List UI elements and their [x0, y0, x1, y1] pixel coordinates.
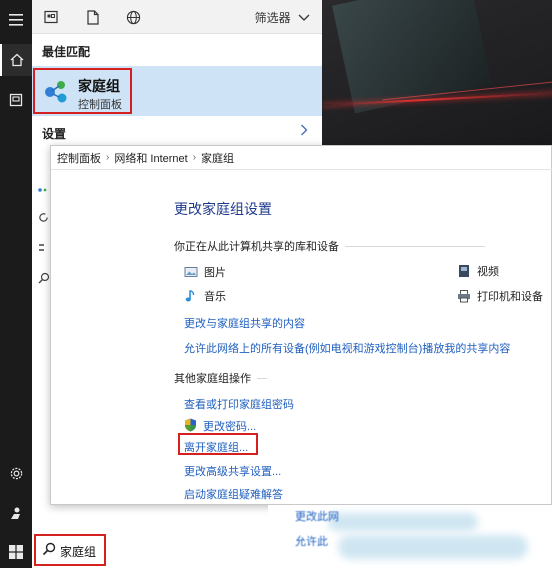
- breadcrumb-item[interactable]: 网络和 Internet: [114, 150, 187, 166]
- blur-patch: [338, 535, 528, 559]
- partial-search-icon: [38, 272, 50, 287]
- videos-label: 视频: [477, 266, 499, 278]
- documents-icon[interactable]: [0, 84, 32, 116]
- shared-libraries-label: 你正在从此计算机共享的库和设备: [174, 241, 339, 253]
- pictures-icon: [184, 267, 198, 277]
- breadcrumb-separator-icon: ›: [192, 152, 197, 163]
- divider: [345, 245, 485, 247]
- blur-patch: [328, 513, 478, 531]
- shared-item-music: 音乐: [184, 288, 226, 304]
- partial-result-icon-2: [38, 244, 46, 259]
- control-panel-window: 控制面板 › 网络和 Internet › 家庭组 更改家庭组设置 你正在从此计…: [50, 145, 552, 505]
- printers-label: 打印机和设备: [477, 291, 543, 303]
- videos-icon: [459, 265, 469, 277]
- taskbar: [0, 0, 32, 568]
- music-note-icon: [185, 289, 195, 302]
- pictures-label: 图片: [204, 267, 226, 279]
- obscured-link-1[interactable]: 更改此网: [295, 508, 339, 524]
- view-password-link[interactable]: 查看或打印家庭组密码: [184, 396, 294, 412]
- screen: 筛选器 最佳匹配 家庭组 控制面板 设置 家庭组 控制面板 › 网络和 Inte…: [0, 0, 552, 568]
- search-query: 家庭组: [60, 545, 97, 559]
- breadcrumb-item[interactable]: 控制面板: [57, 150, 101, 166]
- obscured-region: 更改此网 允许此: [268, 505, 552, 568]
- music-label: 音乐: [204, 291, 226, 303]
- other-actions-label: 其他家庭组操作: [174, 373, 251, 385]
- best-match-header: 最佳匹配: [42, 45, 91, 59]
- troubleshooter-link[interactable]: 启动家庭组疑难解答: [184, 486, 283, 502]
- obscured-link-2[interactable]: 允许此: [295, 533, 328, 549]
- settings-section[interactable]: 设置: [32, 122, 322, 142]
- best-match-title: 家庭组: [78, 78, 120, 94]
- advanced-sharing-link[interactable]: 更改高级共享设置...: [184, 463, 281, 479]
- web-globe-icon[interactable]: [124, 8, 142, 26]
- breadcrumb-separator-icon: ›: [106, 152, 110, 163]
- user-account-icon[interactable]: [0, 497, 32, 529]
- hamburger-menu-icon[interactable]: [0, 4, 32, 36]
- windows-start-icon[interactable]: [0, 536, 32, 568]
- page-title: 更改家庭组设置: [174, 201, 272, 217]
- shared-item-printers: 打印机和设备: [457, 288, 543, 304]
- settings-header: 设置: [42, 127, 67, 141]
- filter-label: 筛选器: [254, 11, 291, 25]
- partial-result-icon: [38, 182, 48, 196]
- shared-item-videos: 视频: [457, 263, 499, 279]
- filter-bar: 筛选器: [32, 0, 322, 34]
- document-filter-icon[interactable]: [84, 8, 102, 26]
- best-match-subtitle: 控制面板: [78, 99, 122, 111]
- settings-gear-icon[interactable]: [0, 457, 32, 489]
- other-actions-header: 其他家庭组操作: [174, 370, 267, 386]
- printer-icon: [458, 290, 470, 303]
- breadcrumb: 控制面板 › 网络和 Internet › 家庭组: [51, 146, 552, 170]
- divider: [257, 377, 267, 379]
- shared-item-pictures: 图片: [184, 264, 226, 280]
- taskbar-search-box[interactable]: 家庭组: [34, 534, 106, 566]
- change-password-link[interactable]: 更改密码...: [203, 418, 256, 434]
- allow-devices-link[interactable]: 允许此网络上的所有设备(例如电视和游戏控制台)播放我的共享内容: [184, 340, 510, 356]
- shared-libraries-header: 你正在从此计算机共享的库和设备: [174, 238, 485, 254]
- partial-result-refresh-icon: [38, 212, 49, 226]
- uac-shield-icon: [185, 418, 196, 432]
- filter-dropdown[interactable]: 筛选器: [255, 9, 310, 26]
- home-icon[interactable]: [0, 44, 32, 76]
- chevron-right-icon: [300, 123, 308, 139]
- breadcrumb-item[interactable]: 家庭组: [201, 150, 234, 166]
- change-shared-content-link[interactable]: 更改与家庭组共享的内容: [184, 315, 305, 331]
- homegroup-icon: [45, 81, 67, 103]
- chevron-down-icon: [298, 11, 310, 25]
- best-match-result[interactable]: 家庭组 控制面板: [32, 66, 322, 116]
- leave-homegroup-link[interactable]: 离开家庭组...: [184, 439, 248, 455]
- apps-filter-icon[interactable]: [42, 8, 60, 26]
- search-icon: [42, 542, 56, 559]
